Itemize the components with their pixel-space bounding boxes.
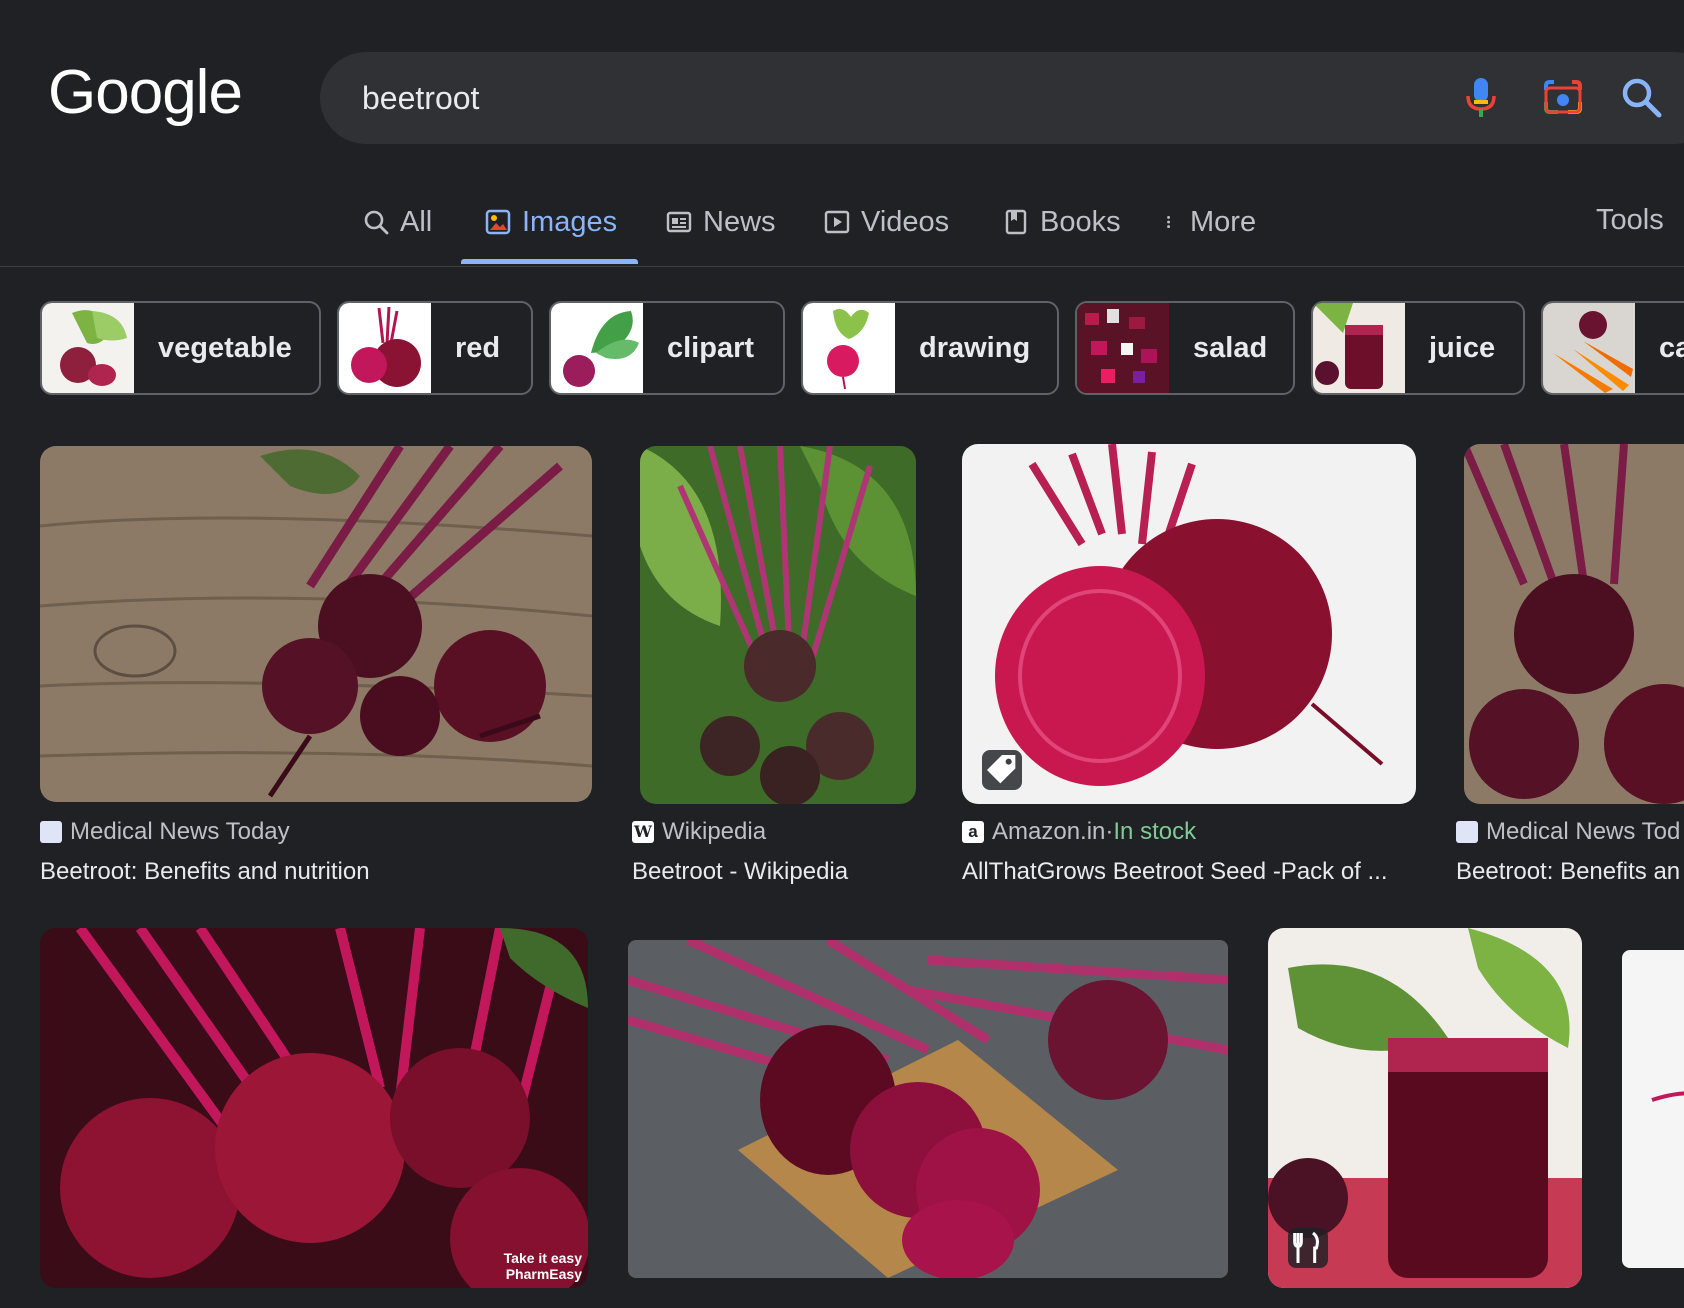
result-image[interactable] <box>1622 950 1684 1268</box>
chip-label: red <box>455 331 501 364</box>
source-separator: · <box>1105 818 1114 845</box>
chip-drawing[interactable]: drawing <box>801 301 1059 395</box>
chip-carrot[interactable]: ca <box>1541 301 1684 395</box>
tab-books-label: Books <box>1040 205 1121 238</box>
amazon-icon: a <box>962 821 984 843</box>
camera-lens-icon[interactable] <box>1540 74 1586 120</box>
chip-thumbnail <box>1543 303 1635 393</box>
google-logo[interactable]: Google <box>48 62 243 124</box>
recipe-utensils-icon <box>1288 1228 1328 1268</box>
chip-red[interactable]: red <box>337 301 533 395</box>
chip-label: juice <box>1429 331 1496 364</box>
tab-all-label: All <box>400 205 433 238</box>
chip-thumbnail <box>339 303 431 393</box>
result-image[interactable] <box>40 446 592 802</box>
result-title[interactable]: Beetroot - Wikipedia <box>632 858 932 886</box>
tab-news-label: News <box>703 205 776 238</box>
price-tag-icon <box>982 750 1022 790</box>
chip-thumbnail <box>803 303 895 393</box>
result-image[interactable] <box>962 444 1416 804</box>
tab-all[interactable]: All <box>362 200 432 244</box>
chip-clipart[interactable]: clipart <box>549 301 785 395</box>
more-vert-icon <box>1167 216 1170 228</box>
result-source-name: Medical News Today <box>70 818 290 845</box>
search-tabs: All Images News Videos Books More Tools <box>0 190 1684 266</box>
tab-images-label: Images <box>522 205 618 238</box>
tab-more-label: More <box>1190 205 1257 238</box>
news-icon <box>666 211 692 233</box>
chip-label: ca <box>1659 331 1684 364</box>
image-icon <box>485 209 511 235</box>
search-box[interactable]: beetroot <box>320 52 1684 144</box>
chip-juice[interactable]: juice <box>1311 301 1525 395</box>
result-image[interactable]: Take it easy PharmEasy <box>40 928 588 1288</box>
mnt-favicon-icon <box>1456 821 1478 843</box>
tab-videos-label: Videos <box>861 205 950 238</box>
chip-label: clipart <box>667 331 755 364</box>
result-source[interactable]: Medical News Today <box>40 818 290 846</box>
result-image[interactable] <box>1268 928 1582 1288</box>
chip-thumbnail <box>1077 303 1169 393</box>
chip-label: vegetable <box>158 331 292 364</box>
header-divider <box>0 266 1684 267</box>
chip-thumbnail <box>1313 303 1405 393</box>
result-title[interactable]: Beetroot: Benefits an <box>1456 858 1684 886</box>
tools-button[interactable]: Tools <box>1596 204 1664 237</box>
tab-videos[interactable]: Videos <box>823 200 949 244</box>
chip-salad[interactable]: salad <box>1075 301 1295 395</box>
result-source[interactable]: Medical News Tod <box>1456 818 1680 846</box>
wikipedia-icon: W <box>632 821 654 843</box>
mnt-favicon-icon <box>40 821 62 843</box>
tab-books[interactable]: Books <box>1002 200 1121 244</box>
chip-label: drawing <box>919 331 1031 364</box>
active-tab-indicator <box>461 259 638 264</box>
play-icon <box>824 210 850 234</box>
result-title[interactable]: AllThatGrows Beetroot Seed -Pack of ... <box>962 858 1422 886</box>
result-source[interactable]: W Wikipedia <box>632 818 766 846</box>
tab-news[interactable]: News <box>665 200 776 244</box>
result-image[interactable] <box>1464 444 1684 804</box>
chip-thumbnail <box>551 303 643 393</box>
chip-thumbnail <box>42 303 134 393</box>
chip-label: salad <box>1193 331 1268 364</box>
search-input[interactable]: beetroot <box>362 80 479 117</box>
result-source-name: Medical News Tod <box>1486 818 1681 845</box>
result-source-name: Amazon.in <box>992 818 1106 845</box>
result-source-name: Wikipedia <box>662 818 767 845</box>
result-image[interactable] <box>640 446 916 804</box>
result-image[interactable] <box>628 940 1228 1278</box>
tab-images[interactable]: Images <box>484 200 617 244</box>
search-icon <box>364 210 389 235</box>
result-title[interactable]: Beetroot: Benefits and nutrition <box>40 858 580 886</box>
microphone-icon[interactable] <box>1458 74 1504 120</box>
in-stock-badge: In stock <box>1113 818 1197 845</box>
result-source[interactable]: a Amazon.in · In stock <box>962 818 1196 846</box>
chip-vegetable[interactable]: vegetable <box>40 301 321 395</box>
tab-more[interactable]: More <box>1164 200 1256 244</box>
book-icon <box>1005 209 1027 235</box>
search-icon[interactable] <box>1618 74 1664 120</box>
pharmeasy-watermark: Take it easy PharmEasy <box>503 1250 582 1282</box>
